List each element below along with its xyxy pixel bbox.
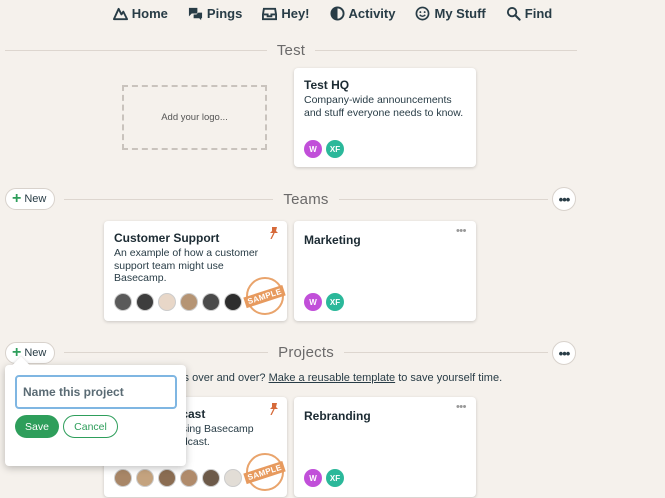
- sample-badge-label: SAMPLE: [243, 284, 287, 308]
- nav-find[interactable]: Find: [506, 6, 552, 21]
- new-project-label: New: [24, 347, 47, 359]
- project-card-avatars: [114, 469, 242, 487]
- sample-badge-label: SAMPLE: [243, 460, 287, 484]
- nav-hey-label: Hey!: [281, 5, 310, 21]
- team-card-customer-support[interactable]: Customer Support An example of how a cus…: [104, 221, 287, 321]
- company-section-header: Test: [5, 40, 577, 60]
- nav-pings-label: Pings: [206, 5, 243, 21]
- avatar[interactable]: XF: [326, 293, 344, 311]
- add-logo-label: Add your logo...: [161, 112, 228, 123]
- nav-home[interactable]: Home: [112, 5, 168, 21]
- sample-badge: SAMPLE: [243, 277, 287, 315]
- project-name-input[interactable]: [15, 375, 177, 409]
- teams-section-header: Teams: [64, 189, 548, 209]
- projects-section-header: Projects: [64, 342, 549, 362]
- more-dots-icon: •••: [558, 345, 571, 361]
- avatar[interactable]: [114, 469, 132, 487]
- team-card-description: An example of how a customer support tea…: [114, 247, 259, 284]
- avatar[interactable]: [180, 293, 198, 311]
- avatar[interactable]: W: [304, 140, 322, 158]
- divider-line: [343, 351, 549, 353]
- activity-half-circle-icon: [329, 5, 345, 21]
- search-icon: [506, 6, 521, 21]
- tagline-suffix: to save yourself time.: [398, 372, 503, 384]
- avatar[interactable]: [202, 293, 220, 311]
- divider-line: [64, 351, 269, 353]
- avatar[interactable]: [114, 293, 132, 311]
- company-section-title: Test: [276, 41, 306, 59]
- pushpin-icon[interactable]: [269, 227, 279, 239]
- hq-card-title: Test HQ: [304, 78, 350, 92]
- divider-line: [338, 198, 548, 200]
- more-dots-icon: •••: [558, 191, 571, 207]
- card-more-icon[interactable]: •••: [456, 225, 467, 237]
- nav-hey[interactable]: Hey!: [262, 5, 310, 21]
- nav-pings[interactable]: Pings: [188, 6, 242, 21]
- avatar[interactable]: XF: [326, 140, 344, 158]
- avatar[interactable]: W: [304, 293, 322, 311]
- hq-card[interactable]: Test HQ Company-wide announcements and s…: [294, 68, 476, 167]
- avatar[interactable]: W: [304, 469, 322, 487]
- nav-home-label: Home: [131, 5, 168, 21]
- new-team-button[interactable]: + New: [5, 188, 56, 210]
- divider-line: [5, 49, 267, 51]
- team-card-title: Customer Support: [114, 231, 220, 245]
- new-team-label: New: [24, 193, 47, 205]
- cancel-button[interactable]: Cancel: [63, 415, 118, 438]
- reusable-template-link[interactable]: Make a reusable template: [269, 372, 396, 384]
- hq-card-avatars: W XF: [304, 140, 344, 158]
- teams-section-title: Teams: [283, 190, 329, 208]
- smiley-face-icon: [416, 6, 430, 20]
- hq-card-description: Company-wide announcements and stuff eve…: [304, 94, 464, 119]
- projects-more-button[interactable]: •••: [552, 341, 576, 365]
- avatar[interactable]: [180, 469, 198, 487]
- avatar[interactable]: [136, 293, 154, 311]
- divider-line: [64, 198, 274, 200]
- project-card-avatars: W XF: [304, 469, 344, 487]
- template-tagline: cts over and over? Make a reusable templ…: [175, 372, 502, 384]
- new-project-popup: Save Cancel: [5, 356, 186, 466]
- team-card-title: Marketing: [304, 233, 361, 247]
- save-button[interactable]: Save: [15, 415, 59, 438]
- avatar[interactable]: [158, 469, 176, 487]
- sample-badge: SAMPLE: [243, 453, 287, 491]
- team-card-avatars: [114, 293, 242, 311]
- project-card-rebranding[interactable]: ••• Rebranding W XF: [294, 397, 476, 497]
- pushpin-icon[interactable]: [269, 403, 279, 415]
- divider-line: [315, 49, 577, 51]
- top-navigation: Home Pings Hey! Activity My Stuff Find: [0, 0, 665, 26]
- avatar[interactable]: XF: [326, 469, 344, 487]
- projects-section-title: Projects: [278, 343, 334, 361]
- nav-activity[interactable]: Activity: [329, 5, 396, 21]
- nav-find-label: Find: [524, 5, 553, 21]
- nav-mystuff[interactable]: My Stuff: [415, 5, 486, 21]
- chat-bubbles-icon: [188, 7, 202, 20]
- teams-more-button[interactable]: •••: [552, 187, 576, 211]
- avatar[interactable]: [202, 469, 220, 487]
- add-logo-dropzone[interactable]: Add your logo...: [122, 85, 267, 150]
- team-card-marketing[interactable]: ••• Marketing W XF: [294, 221, 476, 321]
- avatar[interactable]: [136, 469, 154, 487]
- tagline-prefix: cts over and over?: [175, 372, 266, 384]
- card-more-icon[interactable]: •••: [456, 401, 467, 413]
- nav-activity-label: Activity: [348, 5, 396, 21]
- new-project-button[interactable]: + New: [5, 342, 56, 364]
- basecamp-home-icon: [112, 7, 128, 20]
- avatar[interactable]: [158, 293, 176, 311]
- avatar[interactable]: [224, 293, 242, 311]
- team-card-avatars: W XF: [304, 293, 344, 311]
- plus-icon: +: [12, 190, 22, 207]
- inbox-tray-icon: [262, 7, 278, 20]
- nav-mystuff-label: My Stuff: [434, 5, 486, 21]
- avatar[interactable]: [224, 469, 242, 487]
- project-card-title: Rebranding: [304, 409, 371, 423]
